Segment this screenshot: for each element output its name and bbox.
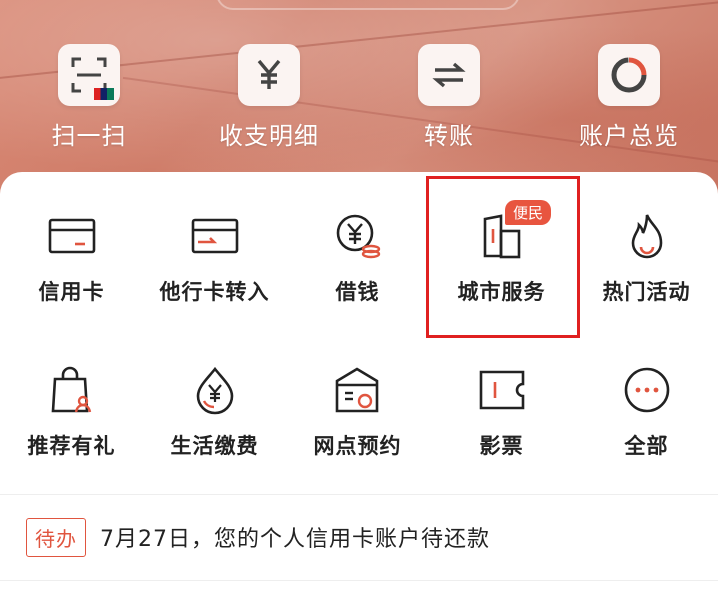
- todo-tag: 待办: [26, 517, 86, 557]
- service-label: 推荐有礼: [27, 434, 116, 458]
- service-label: 信用卡: [38, 280, 105, 304]
- credit-card-icon: [0, 206, 143, 266]
- service-label: 网点预约: [313, 434, 402, 458]
- card-transfer-in-icon: [143, 206, 286, 266]
- service-branch-appointment[interactable]: 网点预约: [286, 360, 429, 460]
- todo-notice[interactable]: 待办 7月27日，您的个人信用卡账户待还款: [26, 514, 490, 560]
- service-credit-card[interactable]: 信用卡: [0, 206, 143, 306]
- header-banner: 扫一扫 收支明细 转账 账户总览: [0, 0, 718, 200]
- more-dots-icon: [575, 360, 718, 420]
- service-label: 影票: [479, 434, 524, 458]
- gift-bag-icon: [0, 360, 143, 420]
- service-label: 热门活动: [602, 280, 691, 304]
- highlight-box: [426, 176, 580, 338]
- service-all[interactable]: 全部: [575, 360, 718, 460]
- service-label: 他行卡转入: [159, 280, 270, 304]
- quick-action-transfer[interactable]: 转账: [374, 44, 524, 151]
- quick-action-overview[interactable]: 账户总览: [554, 44, 704, 151]
- quick-action-label: 账户总览: [579, 122, 679, 150]
- service-referral-gift[interactable]: 推荐有礼: [0, 360, 143, 460]
- service-label: 生活缴费: [170, 434, 259, 458]
- divider: [0, 580, 718, 581]
- service-borrow[interactable]: 借钱: [286, 206, 429, 306]
- movie-ticket-icon: [430, 360, 573, 420]
- service-card-transfer-in[interactable]: 他行卡转入: [143, 206, 286, 306]
- quick-action-label: 扫一扫: [51, 122, 127, 150]
- search-bar-edge[interactable]: [216, 0, 520, 10]
- donut-chart-icon: [598, 44, 660, 106]
- unionpay-logo-icon: [94, 88, 114, 100]
- service-utility-payment[interactable]: 生活缴费: [143, 360, 286, 460]
- service-movie-tickets[interactable]: 影票: [430, 360, 573, 460]
- borrow-money-icon: [286, 206, 429, 266]
- scan-icon: [58, 44, 120, 106]
- todo-message: 7月27日，您的个人信用卡账户待还款: [100, 527, 490, 552]
- flame-icon: [575, 206, 718, 266]
- branch-appointment-icon: [286, 360, 429, 420]
- service-hot-activities[interactable]: 热门活动: [575, 206, 718, 306]
- yen-icon: [238, 44, 300, 106]
- quick-action-label: 转账: [424, 122, 474, 150]
- divider: [0, 494, 718, 495]
- transfer-icon: [418, 44, 480, 106]
- quick-action-statement[interactable]: 收支明细: [194, 44, 344, 151]
- service-label: 借钱: [335, 280, 380, 304]
- service-label: 全部: [624, 434, 669, 458]
- water-drop-yen-icon: [143, 360, 286, 420]
- quick-action-label: 收支明细: [219, 122, 319, 150]
- quick-action-scan[interactable]: 扫一扫: [14, 44, 164, 151]
